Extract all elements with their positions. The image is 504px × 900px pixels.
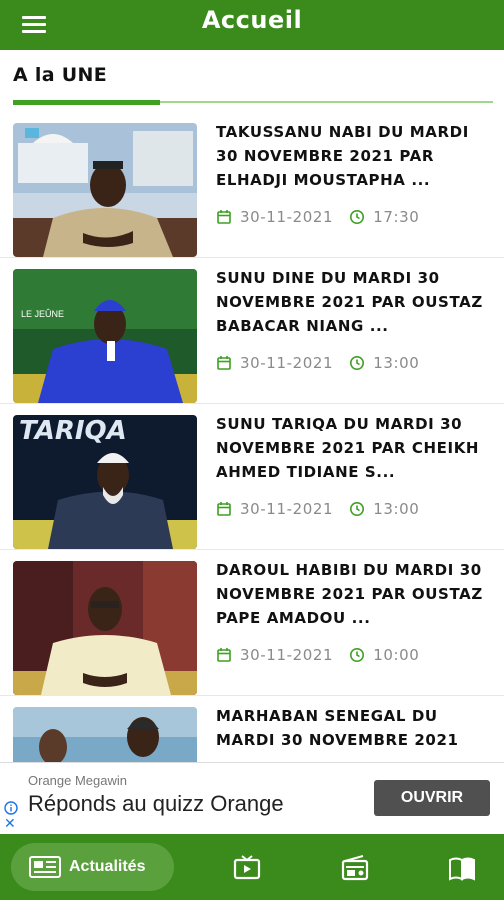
nav-item-label: Actualités [69, 858, 146, 875]
section-tab-indicator [13, 100, 160, 105]
article-date: 30-11-2021 [240, 354, 334, 372]
article-thumbnail: LE JEÛNE [13, 269, 197, 403]
nav-item-actualites[interactable]: Actualités [11, 843, 174, 891]
thumb-overlay-text: LE JEÛNE [21, 309, 64, 319]
ad-sponsor: Orange Megawin [28, 773, 127, 788]
ad-close-icon[interactable]: ✕ [4, 817, 16, 831]
article-time: 13:00 [373, 500, 420, 518]
tv-icon[interactable] [233, 855, 261, 881]
article-title: TAKUSSANU NABI DU MARDI 30 NOVEMBRE 2021… [216, 123, 469, 189]
clock-icon [350, 502, 365, 516]
clock-icon [350, 210, 365, 224]
clock-icon [350, 648, 365, 662]
article-time: 10:00 [373, 646, 420, 664]
radio-icon[interactable] [341, 855, 369, 881]
article-thumbnail [13, 123, 197, 257]
book-icon[interactable] [448, 855, 476, 881]
article-item[interactable]: LE JEÛNE SUNU DINE DU MARDI 30 NOVEMBRE … [0, 258, 504, 404]
ad-headline[interactable]: Réponds au quizz Orange [28, 791, 284, 817]
article-meta: 30-11-2021 13:00 [216, 500, 419, 518]
calendar-icon [217, 210, 231, 224]
calendar-icon [217, 502, 231, 516]
article-time: 17:30 [373, 208, 420, 226]
ad-banner[interactable]: ✕ Orange Megawin Réponds au quizz Orange… [0, 762, 504, 834]
article-title: SUNU DINE DU MARDI 30 NOVEMBRE 2021 PAR … [216, 269, 483, 335]
section-title: A la UNE [13, 64, 107, 86]
bottom-navigation: Actualités [0, 834, 504, 900]
top-app-bar: Accueil [0, 0, 504, 50]
thumb-overlay-text: TARIQA [19, 416, 127, 446]
article-title: MARHABAN SENEGAL DU MARDI 30 NOVEMBRE 20… [216, 707, 459, 749]
article-meta: 30-11-2021 10:00 [216, 646, 419, 664]
article-thumbnail [13, 561, 197, 695]
clock-icon [350, 356, 365, 370]
article-meta: 30-11-2021 13:00 [216, 354, 419, 372]
ad-open-button[interactable]: OUVRIR [374, 780, 490, 816]
calendar-icon [217, 648, 231, 662]
article-thumbnail [13, 707, 197, 762]
article-date: 30-11-2021 [240, 500, 334, 518]
article-item[interactable]: MARHABAN SENEGAL DU MARDI 30 NOVEMBRE 20… [0, 696, 504, 762]
article-time: 13:00 [373, 354, 420, 372]
calendar-icon [217, 356, 231, 370]
article-title: SUNU TARIQA DU MARDI 30 NOVEMBRE 2021 PA… [216, 415, 480, 481]
article-thumbnail: TARIQA [13, 415, 197, 549]
article-item[interactable]: TARIQA SUNU TARIQA DU MARDI 30 NOVEMBRE … [0, 404, 504, 550]
article-item[interactable]: TAKUSSANU NABI DU MARDI 30 NOVEMBRE 2021… [0, 112, 504, 258]
article-date: 30-11-2021 [240, 208, 334, 226]
article-date: 30-11-2021 [240, 646, 334, 664]
page-title: Accueil [201, 6, 303, 34]
article-item[interactable]: DAROUL HABIBI DU MARDI 30 NOVEMBRE 2021 … [0, 550, 504, 696]
news-icon [29, 856, 61, 878]
article-meta: 30-11-2021 17:30 [216, 208, 419, 226]
ad-info-icon[interactable] [4, 801, 18, 815]
article-title: DAROUL HABIBI DU MARDI 30 NOVEMBRE 2021 … [216, 561, 483, 627]
